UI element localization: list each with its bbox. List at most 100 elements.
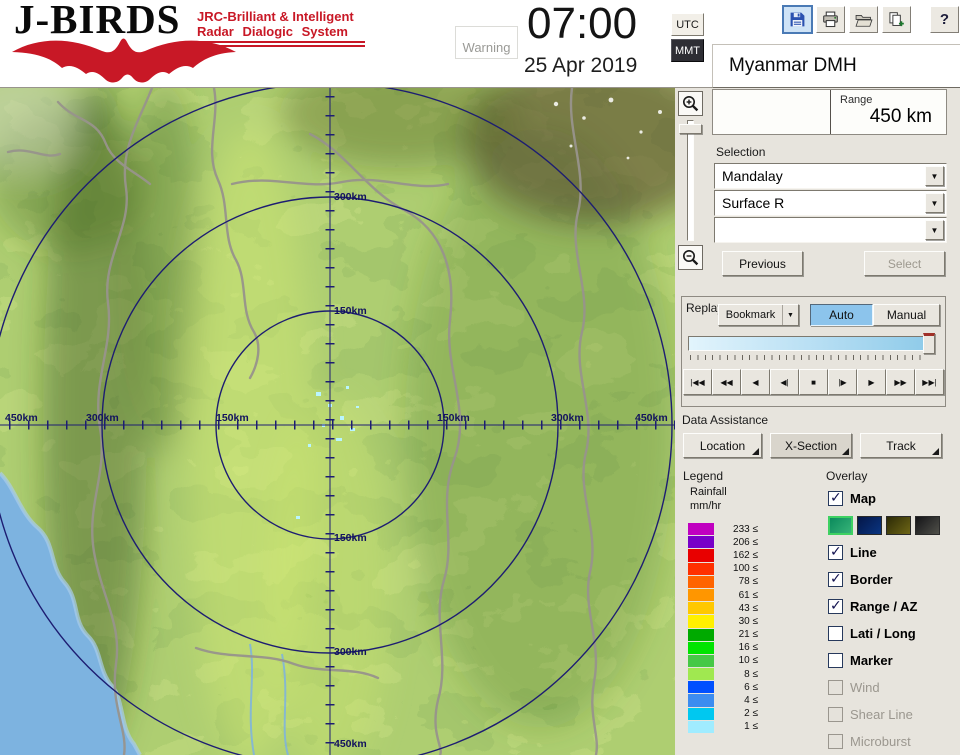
printer-icon [823, 11, 838, 28]
map-style-swatches [828, 516, 940, 535]
seek-end-button[interactable]: ▶▶| [915, 369, 944, 395]
zoom-in-button[interactable] [678, 91, 703, 116]
svg-text:150km: 150km [216, 412, 249, 424]
question-icon: ? [939, 11, 950, 28]
legend-color-swatch [688, 549, 714, 562]
data-assistance-label: Data Assistance [682, 413, 769, 427]
map-style-dark-button[interactable] [915, 516, 940, 535]
legend-row: 4 ≤ [688, 694, 758, 707]
xsection-button[interactable]: X-Section [770, 433, 852, 458]
legend-color-swatch [688, 602, 714, 615]
legend-color-swatch [688, 628, 714, 641]
warning-indicator: Warning [455, 26, 518, 59]
bookmark-label: Bookmark [725, 309, 776, 321]
seek-start-button[interactable]: |◀◀ [683, 369, 712, 395]
legend-unit-line1: Rainfall [690, 486, 727, 498]
legend-color-swatch [688, 694, 714, 707]
print-button[interactable] [816, 6, 845, 33]
xsection-button-label: X-Section [784, 438, 838, 453]
overlay-item-microburst: Microburst [828, 734, 917, 749]
open-file-button[interactable] [849, 6, 878, 33]
select-button: Select [864, 251, 945, 276]
fast-forward-button[interactable]: ▶▶ [886, 369, 915, 395]
date-display: 25 Apr 2019 [524, 54, 638, 77]
track-button[interactable]: Track [860, 433, 942, 458]
bookmark-button[interactable]: Bookmark ▼ [718, 304, 799, 326]
time-slider[interactable] [688, 336, 927, 351]
location-button-label: Location [699, 438, 746, 453]
map-style-navy-button[interactable] [857, 516, 882, 535]
range-label: Range [840, 94, 873, 106]
checkbox-line[interactable] [828, 543, 843, 560]
legend-color-swatch [688, 536, 714, 549]
site-dropdown[interactable]: Mandalay ▼ [714, 163, 947, 189]
submenu-corner-icon [752, 448, 759, 455]
legend-scale: 233 ≤ 206 ≤ 162 ≤ 100 ≤ 78 ≤ 61 ≤ 43 ≤ 3… [688, 523, 758, 734]
checkbox-microburst [828, 734, 843, 749]
checkbox-marker[interactable] [828, 653, 843, 668]
auto-mode-button[interactable]: Auto [810, 304, 873, 326]
previous-button[interactable]: Previous [722, 251, 803, 276]
svg-text:300km: 300km [334, 646, 367, 658]
legend-row: 16 ≤ [688, 641, 758, 654]
stop-button[interactable]: ■ [799, 369, 828, 395]
mmt-button[interactable]: MMT [671, 39, 704, 62]
zoom-slider[interactable] [687, 120, 694, 241]
legend-color-swatch [688, 668, 714, 681]
overlay-item-border: Border [828, 570, 917, 587]
range-display: Range 450 km [712, 89, 947, 135]
chevron-down-icon[interactable]: ▼ [925, 220, 944, 240]
svg-text:450km: 450km [635, 412, 668, 424]
logo-subtitle-line1: JRC-Brilliant & Intelligent [197, 9, 354, 24]
svg-text:150km: 150km [437, 412, 470, 424]
legend-color-swatch [688, 588, 714, 602]
legend-row: 2 ≤ [688, 707, 758, 720]
play-button[interactable]: ▶ [857, 369, 886, 395]
manual-mode-button[interactable]: Manual [873, 304, 940, 326]
overlay-item-map: Map [828, 489, 876, 506]
svg-text:150km: 150km [334, 305, 367, 317]
product-dropdown-value: Surface R [722, 195, 785, 211]
chevron-down-icon[interactable]: ▼ [782, 305, 798, 325]
step-back-button[interactable]: ◀| [770, 369, 799, 395]
help-button[interactable]: ? [930, 6, 959, 33]
radar-map[interactable]: 450km 300km 150km 150km 300km 450km 300k… [0, 55, 725, 755]
overlay-item-lati-long: Lati / Long [828, 626, 917, 641]
fast-rewind-button[interactable]: ◀◀ [712, 369, 741, 395]
chevron-down-icon[interactable]: ▼ [925, 193, 944, 213]
play-reverse-button[interactable]: ◀ [741, 369, 770, 395]
legend-row: 6 ≤ [688, 681, 758, 694]
submenu-corner-icon [932, 448, 939, 455]
checkbox-range-az[interactable] [828, 597, 843, 614]
submenu-corner-icon [842, 448, 849, 455]
checkbox-map[interactable] [828, 489, 843, 506]
location-button[interactable]: Location [683, 433, 762, 458]
svg-text:450km: 450km [5, 412, 38, 424]
extra-dropdown[interactable]: ▼ [714, 217, 947, 243]
utc-button[interactable]: UTC [671, 13, 704, 36]
zoom-slider-thumb[interactable] [679, 124, 702, 134]
map-style-green-button[interactable] [828, 516, 853, 535]
legend-row: 10 ≤ [688, 654, 758, 668]
legend-color-swatch [688, 720, 714, 733]
checkbox-border[interactable] [828, 570, 843, 587]
legend-color-swatch [688, 681, 714, 694]
svg-text:300km: 300km [551, 412, 584, 424]
overlay-item-line: Line [828, 543, 917, 560]
product-dropdown[interactable]: Surface R ▼ [714, 190, 947, 216]
overlay-item-shear-line: Shear Line [828, 707, 917, 722]
legend-color-swatch [688, 562, 714, 575]
overlay-item-wind: Wind [828, 680, 917, 695]
map-style-olive-button[interactable] [886, 516, 911, 535]
time-slider-thumb[interactable] [923, 333, 935, 354]
save-button[interactable] [782, 5, 813, 34]
zoom-out-button[interactable] [678, 245, 703, 270]
legend-row: 43 ≤ [688, 602, 758, 615]
step-forward-button[interactable]: |▶ [828, 369, 857, 395]
chevron-down-icon[interactable]: ▼ [925, 166, 944, 186]
checkbox-lati-long[interactable] [828, 626, 843, 641]
legend-label: Legend [683, 469, 724, 483]
overlay-item-range-az: Range / AZ [828, 597, 917, 614]
export-button[interactable] [882, 6, 911, 33]
legend-color-swatch [688, 707, 714, 720]
